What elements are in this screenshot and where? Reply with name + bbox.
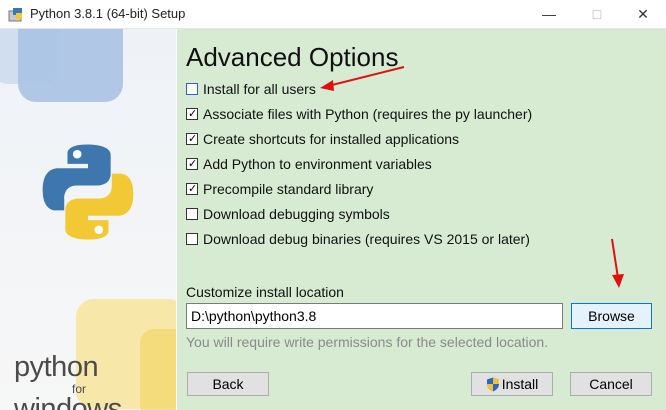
python-logo-icon bbox=[42, 144, 134, 240]
minimize-button[interactable]: — bbox=[526, 0, 572, 28]
checkbox[interactable] bbox=[186, 208, 198, 220]
checkbox[interactable]: ✓ bbox=[186, 182, 198, 195]
option-add-to-path[interactable]: ✓ Add Python to environment variables bbox=[186, 155, 432, 173]
options-panel: Advanced Options Install for all users ✓… bbox=[177, 29, 666, 410]
close-icon: ✕ bbox=[637, 5, 649, 22]
python-setup-icon bbox=[8, 8, 22, 22]
checkbox[interactable]: ✓ bbox=[186, 132, 198, 145]
checkbox[interactable] bbox=[186, 83, 198, 95]
option-create-shortcuts[interactable]: ✓ Create shortcuts for installed applica… bbox=[186, 130, 459, 148]
install-button[interactable]: Install bbox=[471, 372, 553, 396]
option-debug-binaries[interactable]: Download debug binaries (requires VS 201… bbox=[186, 230, 530, 248]
setup-window: Python 3.8.1 (64-bit) Setup — □ ✕ python… bbox=[0, 0, 666, 410]
browse-button[interactable]: Browse bbox=[571, 303, 652, 329]
option-precompile-stdlib[interactable]: ✓ Precompile standard library bbox=[186, 180, 373, 198]
banner-decoration bbox=[18, 29, 123, 102]
back-button[interactable]: Back bbox=[187, 372, 269, 396]
permission-note: You will require write permissions for t… bbox=[186, 334, 549, 350]
install-button-label: Install bbox=[501, 376, 539, 392]
banner-decoration bbox=[140, 329, 176, 410]
option-install-for-all-users[interactable]: Install for all users bbox=[186, 80, 316, 98]
checkbox[interactable]: ✓ bbox=[186, 157, 198, 170]
title-bar: Python 3.8.1 (64-bit) Setup — □ ✕ bbox=[0, 0, 666, 29]
maximize-icon: □ bbox=[592, 6, 602, 22]
minimize-icon: — bbox=[542, 6, 556, 22]
install-location-label: Customize install location bbox=[186, 284, 344, 300]
cancel-button[interactable]: Cancel bbox=[570, 372, 652, 396]
side-banner: python for windows bbox=[0, 29, 176, 410]
window-title: Python 3.8.1 (64-bit) Setup bbox=[30, 6, 186, 21]
checkmark-icon: ✓ bbox=[188, 107, 198, 120]
checkbox[interactable] bbox=[186, 233, 198, 245]
option-debug-symbols[interactable]: Download debugging symbols bbox=[186, 205, 390, 223]
option-associate-files[interactable]: ✓ Associate files with Python (requires … bbox=[186, 105, 532, 123]
checkmark-icon: ✓ bbox=[188, 157, 198, 170]
page-title: Advanced Options bbox=[186, 42, 399, 72]
checkbox[interactable]: ✓ bbox=[186, 107, 198, 120]
close-button[interactable]: ✕ bbox=[620, 0, 666, 28]
maximize-button[interactable]: □ bbox=[574, 0, 620, 28]
checkmark-icon: ✓ bbox=[188, 132, 198, 145]
uac-shield-icon bbox=[486, 377, 499, 391]
checkmark-icon: ✓ bbox=[188, 182, 198, 195]
install-location-input[interactable] bbox=[186, 303, 563, 329]
